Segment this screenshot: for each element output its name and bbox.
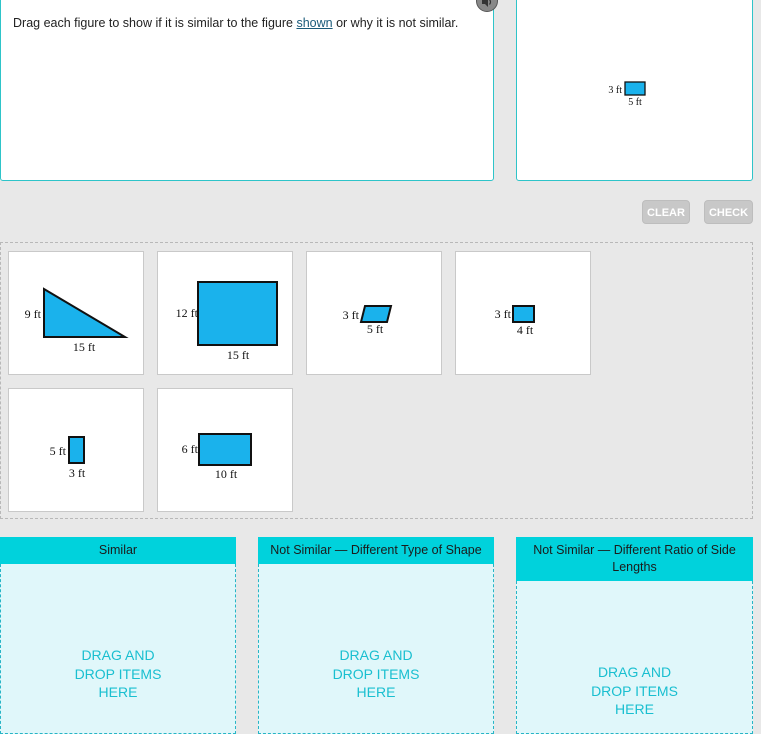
hint-line-2: DROP ITEMS (591, 682, 678, 699)
drop-zone-similar[interactable]: DRAG AND DROP ITEMS HERE (0, 564, 236, 734)
card-side-label: 3 ft (343, 308, 360, 322)
drop-zone-different-shape-header: Not Similar — Different Type of Shape (258, 537, 494, 564)
card-side-label: 6 ft (182, 442, 199, 456)
reference-figure: 3 ft 5 ft (608, 81, 646, 108)
reference-bottom-label: 5 ft (628, 97, 642, 108)
card-side-label: 12 ft (176, 306, 199, 320)
reference-rectangle (624, 81, 646, 96)
card-bottom-label: 5 ft (367, 322, 384, 336)
figure-card-parallelogram[interactable]: 3 ft 5 ft (306, 251, 442, 375)
shown-link[interactable]: shown (296, 16, 332, 30)
card-side-label: 5 ft (50, 444, 67, 458)
hint-line-3: HERE (615, 701, 654, 717)
figure-card-triangle[interactable]: 9 ft 15 ft (8, 251, 144, 375)
figure-card-rectangle-12-15[interactable]: 12 ft 15 ft (157, 251, 293, 375)
card-side-label: 9 ft (25, 307, 42, 321)
rectangle-figure: 12 ft 15 ft (176, 281, 278, 362)
rectangle-shape (68, 436, 85, 464)
rectangle-figure: 6 ft 10 ft (182, 433, 252, 481)
hint-line-2: DROP ITEMS (332, 665, 420, 682)
figure-card-rectangle-5-3[interactable]: 5 ft 3 ft (8, 388, 144, 512)
hint-line-3: HERE (98, 684, 138, 700)
card-bottom-label: 4 ft (517, 323, 534, 337)
hint-line-1: DRAG AND (597, 664, 672, 680)
parallelogram-shape (359, 305, 393, 323)
rectangle-shape (197, 281, 278, 346)
drop-zone-similar-header: Similar (0, 537, 236, 564)
drop-zone-different-ratio[interactable]: DRAG AND DROP ITEMS HERE (516, 581, 753, 734)
prompt-panel: Drag each figure to show if it is simila… (0, 0, 494, 181)
prompt-text-start: Drag each figure to show if it is simila… (13, 16, 297, 30)
prompt-text-end: or why it is not similar. (332, 16, 459, 30)
drop-zone-hint: DRAG AND DROP ITEMS HERE (517, 663, 752, 719)
card-bottom-label: 10 ft (215, 467, 238, 481)
figure-card-rectangle-6-10[interactable]: 6 ft 10 ft (157, 388, 293, 512)
rectangle-figure: 5 ft 3 ft (50, 436, 86, 480)
clear-button[interactable]: CLEAR (642, 200, 690, 224)
figure-card-rectangle-3-4[interactable]: 3 ft 4 ft (455, 251, 591, 375)
prompt-text: Drag each figure to show if it is simila… (13, 16, 458, 30)
rectangle-shape (198, 433, 252, 466)
drop-zone-hint: DRAG AND DROP ITEMS HERE (1, 646, 235, 702)
check-button[interactable]: CHECK (704, 200, 753, 224)
speaker-icon (482, 0, 492, 7)
reference-figure-panel: 3 ft 5 ft (516, 0, 753, 181)
card-bottom-label: 15 ft (73, 340, 96, 354)
card-side-label: 3 ft (495, 307, 512, 321)
triangle-figure: 9 ft 15 ft (25, 287, 129, 354)
parallelogram-figure: 3 ft 5 ft (343, 305, 393, 336)
drop-zone-different-shape[interactable]: DRAG AND DROP ITEMS HERE (258, 564, 494, 734)
card-bottom-label: 3 ft (69, 466, 86, 480)
rectangle-shape (512, 305, 535, 323)
card-bottom-label: 15 ft (227, 348, 250, 362)
hint-line-1: DRAG AND (81, 647, 155, 663)
drop-zone-hint: DRAG AND DROP ITEMS HERE (259, 646, 493, 702)
rectangle-figure: 3 ft 4 ft (495, 305, 535, 337)
reference-side-label: 3 ft (608, 85, 622, 96)
hint-line-3: HERE (356, 684, 396, 700)
drop-zone-different-ratio-header: Not Similar — Different Ratio of Side Le… (516, 537, 753, 581)
hint-line-2: DROP ITEMS (74, 665, 162, 682)
hint-line-1: DRAG AND (339, 647, 413, 663)
right-triangle-shape (43, 287, 129, 338)
